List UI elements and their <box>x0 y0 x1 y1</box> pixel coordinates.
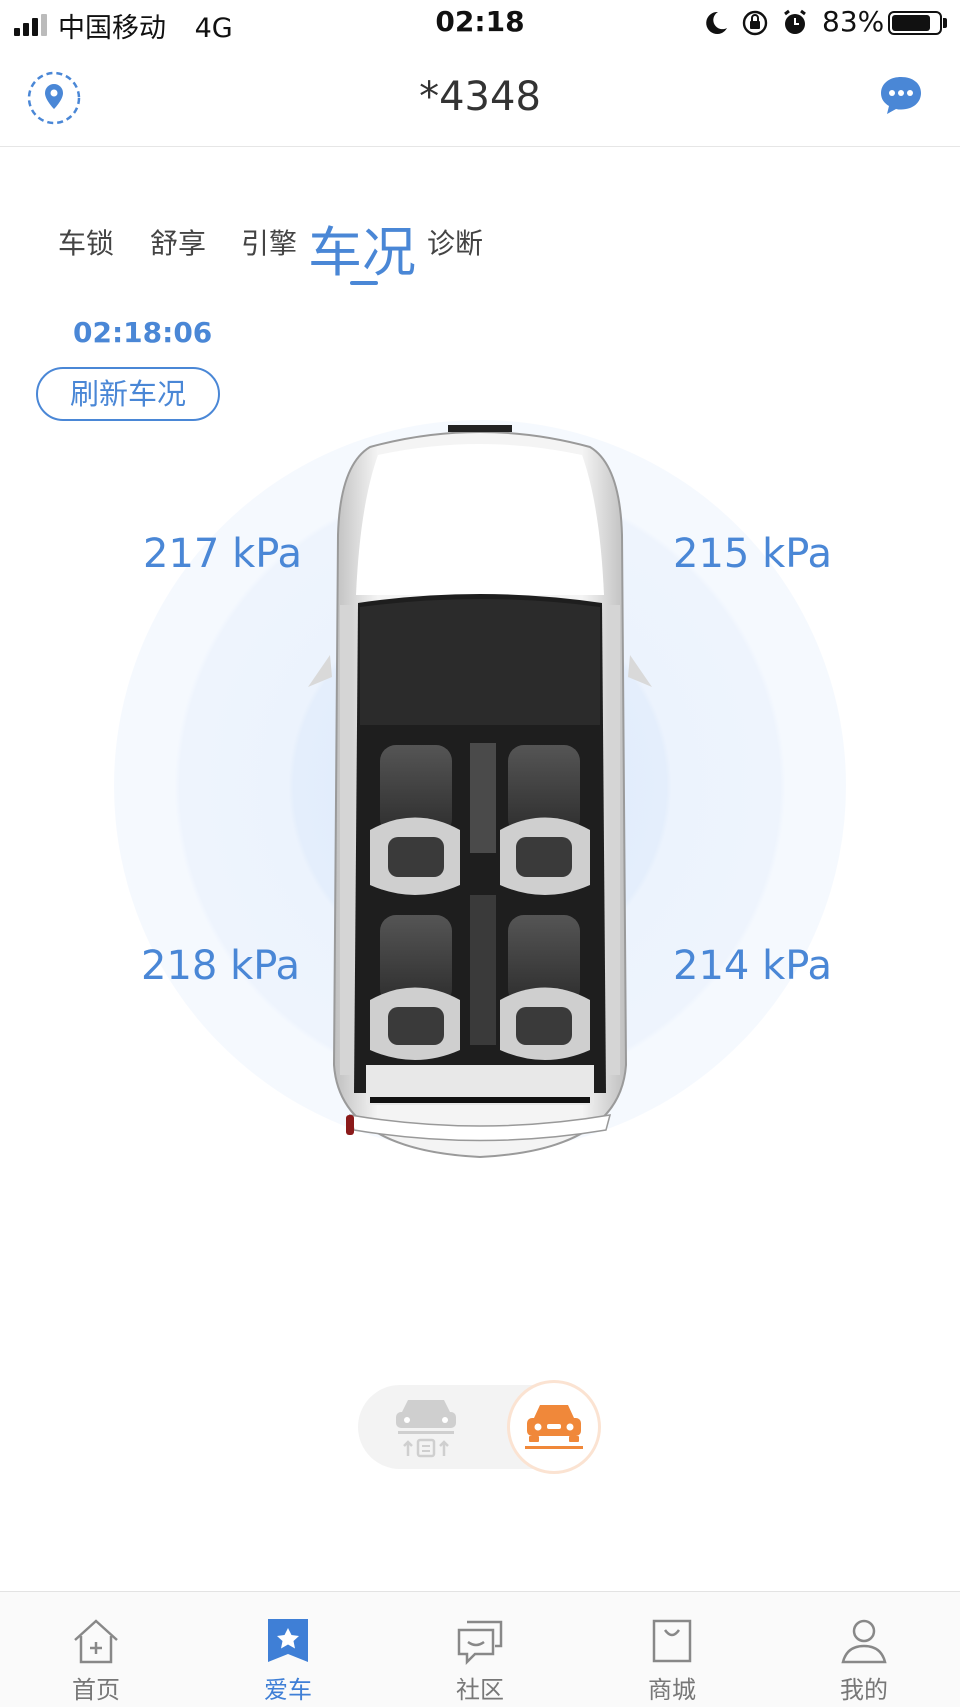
tab-diagnosis[interactable]: 诊断 <box>427 222 483 262</box>
alarm-icon <box>784 9 806 34</box>
nav-my-car[interactable]: 爱车 <box>228 1592 348 1707</box>
tab-vehicle-status[interactable]: 车况 <box>308 208 416 287</box>
message-icon[interactable] <box>877 72 925 120</box>
active-tab-indicator <box>350 281 378 285</box>
nav-home[interactable]: 首页 <box>36 1592 156 1707</box>
home-icon <box>74 1619 118 1664</box>
refresh-status-button[interactable]: 刷新车况 <box>36 367 220 421</box>
battery-tip <box>943 18 947 28</box>
battery-icon <box>888 11 942 35</box>
nav-home-label: 首页 <box>72 1676 120 1704</box>
battery-percent: 83% <box>822 5 885 38</box>
tab-lock[interactable]: 车锁 <box>58 222 114 262</box>
vehicle-plate-title: *4348 <box>419 74 541 120</box>
community-icon <box>457 1620 503 1666</box>
nav-shop-label: 商城 <box>648 1676 696 1704</box>
tire-front-left-pressure: 217 kPa <box>143 531 303 577</box>
user-icon <box>841 1619 887 1664</box>
nav-community[interactable]: 社区 <box>420 1592 540 1707</box>
nav-profile-label: 我的 <box>840 1676 888 1704</box>
battery-fill <box>892 15 931 31</box>
moon-icon <box>706 11 727 34</box>
rotation-lock-icon <box>742 10 768 36</box>
tab-engine[interactable]: 引擎 <box>241 222 297 262</box>
update-time: 02:18:06 <box>73 316 213 349</box>
star-bookmark-icon <box>268 1619 308 1662</box>
tire-rear-right-pressure: 214 kPa <box>673 943 833 989</box>
tab-comfort[interactable]: 舒享 <box>150 222 206 262</box>
nav-profile[interactable]: 我的 <box>804 1592 924 1707</box>
tire-rear-left-pressure: 218 kPa <box>141 943 301 989</box>
car-lift-icon[interactable] <box>388 1394 464 1460</box>
nav-community-label: 社区 <box>456 1676 504 1704</box>
nav-my-car-label: 爱车 <box>264 1676 312 1704</box>
car-front-icon[interactable] <box>521 1396 587 1456</box>
shopping-bag-icon <box>652 1619 692 1663</box>
status-bar: 中国移动 4G 02:18 83% <box>0 0 960 50</box>
nav-shop[interactable]: 商城 <box>612 1592 732 1707</box>
tire-front-right-pressure: 215 kPa <box>673 531 833 577</box>
status-time: 02:18 <box>435 5 525 38</box>
car-top-view-image <box>308 425 652 1159</box>
app-header: *4348 <box>0 50 960 147</box>
status-icons <box>706 9 806 36</box>
bottom-nav: 首页 爱车 社区 商城 我的 <box>0 1591 960 1707</box>
